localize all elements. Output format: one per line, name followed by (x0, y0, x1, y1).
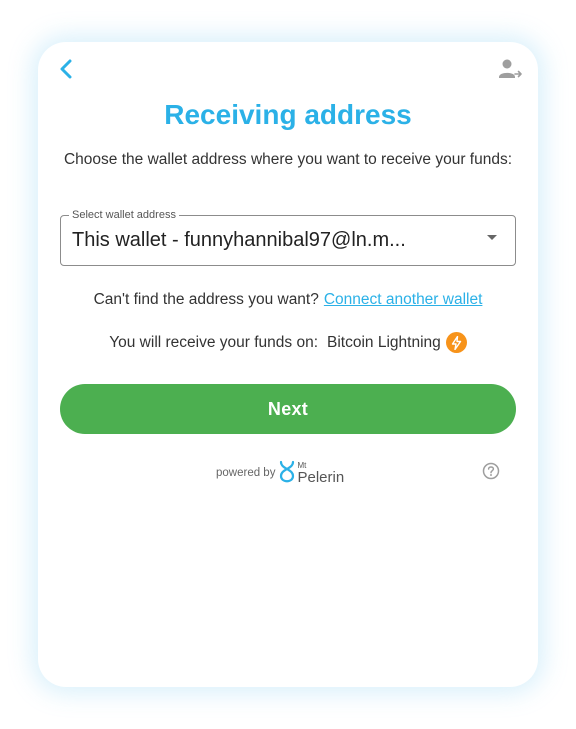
receive-funds-text: You will receive your funds on: (109, 333, 319, 351)
wallet-address-value: This wallet - funnyhannibal97@ln.m... (72, 229, 406, 251)
help-circle-icon (482, 462, 500, 480)
user-arrow-icon (499, 59, 522, 78)
help-button[interactable] (482, 462, 500, 480)
wallet-address-select[interactable]: Select wallet address This wallet - funn… (60, 208, 516, 266)
powered-by-text: powered by (216, 467, 276, 479)
find-address-row: Can't find the address you want? Connect … (38, 291, 538, 309)
next-button[interactable]: Next (60, 384, 516, 434)
page-title: Receiving address (164, 99, 412, 130)
find-address-text: Can't find the address you want? (93, 291, 319, 308)
back-button[interactable] (54, 56, 78, 82)
page-subtitle: Choose the wallet address where you want… (63, 151, 513, 168)
chevron-left-icon (60, 59, 72, 79)
brand-name: Mt Pelerin (297, 461, 345, 486)
receive-network-name: Bitcoin Lightning (327, 333, 441, 351)
brand-title: Pelerin (297, 468, 345, 486)
mt-pelerin-logo-icon (280, 460, 295, 483)
account-button[interactable] (498, 58, 524, 82)
powered-by-mt-pelerin[interactable]: powered by Mt Pelerin (216, 460, 344, 486)
receive-network-row: You will receive your funds on: Bitcoin … (38, 332, 538, 353)
lightning-bolt-icon (445, 332, 467, 353)
receiving-address-card: Receiving address Choose the wallet addr… (38, 42, 538, 687)
wallet-address-label: Select wallet address (69, 208, 179, 222)
chevron-down-icon (487, 235, 497, 240)
connect-another-wallet-link[interactable]: Connect another wallet (324, 291, 483, 308)
